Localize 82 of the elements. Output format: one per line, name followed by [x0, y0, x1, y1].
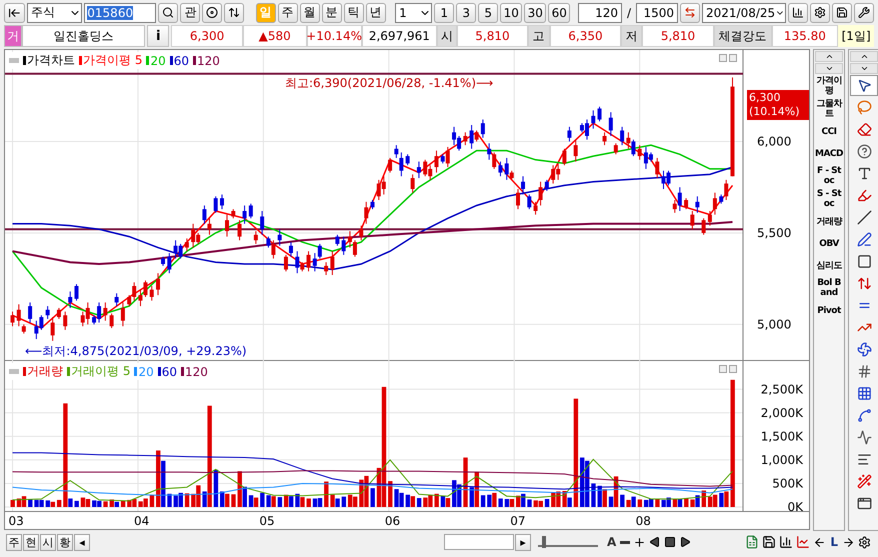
legend-label: 20 [138, 364, 154, 378]
axis-label: 04 [134, 514, 150, 528]
indicator-item[interactable]: Bol Band [815, 277, 843, 299]
indicator-item[interactable]: 그물차트 [815, 98, 843, 120]
indicator-item[interactable]: Pivot [815, 300, 843, 321]
axis-label: 05 [259, 514, 275, 528]
axis-label: 07 [510, 514, 526, 528]
axis-label: 06 [384, 514, 400, 528]
watch-button[interactable]: 관 [180, 2, 200, 22]
axis-label: 1,000K [760, 452, 803, 467]
code-field[interactable]: 015860 [84, 2, 156, 22]
period-label: [1일] [838, 25, 874, 47]
indicator-item[interactable]: S - Stoc [815, 188, 843, 210]
field-value: 5,810 [642, 25, 714, 47]
axis-label: 5,500 [757, 226, 792, 240]
legend-label: 60 [174, 54, 190, 68]
axis-label: 6,000 [757, 134, 792, 148]
price-note: ⟵최저:4,875(2021/03/09, +29.23%) [25, 344, 247, 358]
indicator-item[interactable]: CCI [815, 121, 843, 142]
rate-value: +10.14% [306, 25, 362, 47]
period-tab[interactable]: 주 [278, 2, 298, 22]
font-button[interactable]: A [605, 535, 618, 549]
info-button[interactable]: i [147, 25, 170, 47]
legend-label: 가격이평 5 [83, 52, 142, 69]
minute-select[interactable]: 1 [395, 2, 432, 22]
period-tab[interactable]: 월 [300, 2, 320, 22]
field-label: 고 [528, 25, 550, 47]
panel-tab[interactable]: 시 [40, 534, 56, 550]
axis-label: 08 [636, 514, 651, 528]
field-label: 체결강도 [714, 25, 772, 47]
axis-label: 0K [787, 500, 803, 514]
interval-button[interactable]: 1 [434, 2, 454, 22]
price-tag: 6,300 (10.14%) [747, 90, 809, 120]
axis-label: 500K [772, 476, 803, 490]
legend-label: 120 [185, 364, 208, 378]
field-label: 시 [437, 25, 458, 47]
indicator-item[interactable]: 거래량 [815, 211, 843, 232]
legend-label: 60 [162, 364, 178, 378]
interval-button[interactable]: 60 [548, 2, 570, 22]
prev-button[interactable]: ◂ [74, 534, 90, 550]
axis-label: 5,000 [757, 317, 792, 332]
legend-label: 거래이평 5 [71, 363, 130, 380]
axis-label: 03 [8, 514, 24, 528]
panel-tab[interactable]: 황 [57, 534, 73, 550]
legend-label: 거래량 [27, 363, 63, 380]
axis-label: 2,000K [760, 406, 803, 420]
interval-button[interactable]: 10 [500, 2, 522, 22]
period-tab[interactable]: 년 [366, 2, 386, 22]
price-value: 6,300 [171, 25, 243, 47]
divider-label: / [626, 6, 632, 20]
volume-value: 2,697,961 [362, 25, 438, 47]
total-field[interactable]: 1500 [636, 2, 678, 22]
line-button[interactable]: L [828, 535, 840, 549]
next-button[interactable]: ▸ [515, 534, 532, 550]
change-value: ▲580 [242, 25, 307, 47]
price-note: 최고:6,390(2021/06/28, -1.41%)⟶ [285, 76, 494, 90]
period-tab[interactable]: 분 [322, 2, 342, 22]
field-label: 저 [621, 25, 642, 47]
market-select[interactable]: 주식 [26, 2, 82, 22]
field-value: 6,350 [550, 25, 622, 47]
interval-button[interactable]: 5 [478, 2, 498, 22]
legend-label: 20 [150, 54, 166, 68]
interval-button[interactable]: 30 [524, 2, 546, 22]
indicator-item[interactable]: F - Stoc [815, 165, 843, 187]
badge: 거 [4, 25, 22, 47]
panel-tab[interactable]: 현 [23, 534, 39, 550]
indicator-item[interactable]: 심리도 [815, 255, 843, 276]
stock-name: 일진홀딩스 [22, 25, 146, 47]
indicator-item[interactable]: 가격이평 [815, 75, 843, 97]
indicator-item[interactable]: MACD [815, 143, 843, 164]
legend-label: 가격차트 [27, 52, 75, 69]
interval-button[interactable]: 3 [456, 2, 476, 22]
field-value: 135.80 [772, 25, 838, 47]
legend-label: 120 [197, 54, 220, 68]
period-tab[interactable]: 틱 [344, 2, 364, 22]
count-field[interactable]: 120 [578, 2, 622, 22]
axis-label: 2,500K [760, 382, 803, 396]
indicator-item[interactable]: OBV [815, 233, 843, 254]
date-select[interactable]: 2021/08/25 [702, 2, 786, 22]
axis-label: 1,500K [760, 429, 803, 444]
field-value: 5,810 [457, 25, 528, 47]
panel-tab[interactable]: 주 [6, 534, 22, 550]
